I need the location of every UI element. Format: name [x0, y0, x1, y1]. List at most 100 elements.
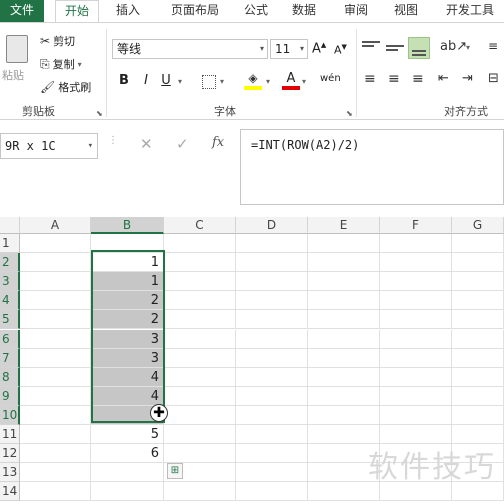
cell-d14[interactable] [236, 482, 308, 502]
cell-a7[interactable] [20, 348, 91, 368]
cell-a4[interactable] [20, 291, 91, 311]
cell-c1[interactable] [164, 234, 236, 253]
cell-g9[interactable] [452, 386, 504, 406]
cell-g7[interactable] [452, 348, 504, 368]
tab-review[interactable]: 审阅 [336, 0, 376, 22]
cell-e2[interactable] [308, 253, 380, 273]
cell-b9[interactable]: 4 [91, 386, 164, 406]
cancel-icon[interactable]: ✕ [140, 135, 153, 153]
cell-a9[interactable] [20, 386, 91, 406]
cell-f4[interactable] [380, 291, 452, 311]
cell-e7[interactable] [308, 348, 380, 368]
row-header-4[interactable]: 4 [0, 291, 20, 311]
orientation-icon[interactable]: ab↗ [440, 39, 467, 54]
row-header-9[interactable]: 9 [0, 386, 20, 406]
row-header-8[interactable]: 8 [0, 367, 20, 387]
cell-g2[interactable] [452, 253, 504, 273]
cell-d3[interactable] [236, 272, 308, 292]
row-header-6[interactable]: 6 [0, 329, 20, 349]
cell-c5[interactable] [164, 310, 236, 330]
cell-b13[interactable] [91, 463, 164, 483]
cell-e10[interactable] [308, 405, 380, 425]
cell-e6[interactable] [308, 329, 380, 349]
column-header-d[interactable]: D [236, 217, 308, 234]
cell-a12[interactable] [20, 444, 91, 464]
enter-icon[interactable]: ✓ [176, 135, 189, 153]
cell-a3[interactable] [20, 272, 91, 292]
paste-button[interactable]: 粘贴 [2, 33, 34, 97]
dialog-launcher-icon[interactable]: ⬊ [96, 109, 103, 118]
chevron-down-icon[interactable]: ▾ [266, 77, 270, 86]
cell-b6[interactable]: 3 [91, 329, 164, 349]
cell-d9[interactable] [236, 386, 308, 406]
cell-b4[interactable]: 2 [91, 291, 164, 311]
cell-c9[interactable] [164, 386, 236, 406]
chevron-down-icon[interactable]: ▾ [466, 43, 470, 52]
dialog-launcher-icon[interactable]: ⬊ [346, 109, 353, 118]
tab-insert[interactable]: 插入 [108, 0, 148, 22]
cell-c3[interactable] [164, 272, 236, 292]
cell-c14[interactable] [164, 482, 236, 502]
cell-f8[interactable] [380, 367, 452, 387]
merge-cells-icon[interactable]: ⊟ [488, 71, 499, 86]
cell-d10[interactable] [236, 405, 308, 425]
cell-g1[interactable] [452, 234, 504, 253]
cell-c6[interactable] [164, 329, 236, 349]
tab-home[interactable]: 开始 [55, 0, 99, 22]
row-header-5[interactable]: 5 [0, 310, 20, 330]
row-header-7[interactable]: 7 [0, 348, 20, 368]
underline-button[interactable]: U [156, 71, 176, 91]
cell-g10[interactable] [452, 405, 504, 425]
cell-c11[interactable] [164, 425, 236, 444]
cell-f3[interactable] [380, 272, 452, 292]
cell-d2[interactable] [236, 253, 308, 273]
cell-f7[interactable] [380, 348, 452, 368]
decrease-indent-icon[interactable]: ⇤ [438, 71, 449, 86]
align-left-icon[interactable]: ≡ [364, 71, 376, 87]
align-center-icon[interactable]: ≡ [388, 71, 400, 87]
align-right-icon[interactable]: ≡ [412, 71, 424, 87]
cell-d12[interactable] [236, 444, 308, 464]
cell-f9[interactable] [380, 386, 452, 406]
row-header-12[interactable]: 12 [0, 444, 20, 464]
copy-button[interactable]: ⎘ 复制 ▾ [40, 56, 82, 72]
cell-g8[interactable] [452, 367, 504, 387]
cell-c12[interactable] [164, 444, 236, 464]
cell-c7[interactable] [164, 348, 236, 368]
bold-button[interactable]: B [114, 71, 134, 91]
cut-button[interactable]: ✂ 剪切 [40, 33, 75, 49]
top-align-icon[interactable] [362, 39, 380, 57]
name-box[interactable]: 9R x 1C ▾ [0, 133, 98, 159]
column-header-e[interactable]: E [308, 217, 380, 234]
cell-b7[interactable]: 3 [91, 348, 164, 368]
increase-font-button[interactable]: A▲ [312, 41, 326, 56]
insert-function-button[interactable]: fx [212, 135, 224, 150]
column-header-a[interactable]: A [20, 217, 91, 234]
chevron-down-icon[interactable]: ▾ [220, 77, 224, 86]
column-header-g[interactable]: G [452, 217, 504, 234]
cell-a1[interactable] [20, 234, 91, 253]
cell-e3[interactable] [308, 272, 380, 292]
cell-g6[interactable] [452, 329, 504, 349]
chevron-down-icon[interactable]: ▾ [302, 77, 306, 86]
cell-a11[interactable] [20, 425, 91, 444]
borders-icon[interactable] [202, 75, 216, 89]
cell-e8[interactable] [308, 367, 380, 387]
cell-b11[interactable]: 5 [91, 425, 164, 444]
tab-page-layout[interactable]: 页面布局 [158, 0, 232, 22]
cell-d11[interactable] [236, 425, 308, 444]
cell-a10[interactable] [20, 405, 91, 425]
cell-f6[interactable] [380, 329, 452, 349]
row-header-14[interactable]: 14 [0, 482, 20, 502]
bottom-align-icon[interactable] [408, 37, 430, 59]
cell-e1[interactable] [308, 234, 380, 253]
column-header-b[interactable]: B [91, 217, 164, 234]
tab-file[interactable]: 文件 [0, 0, 44, 22]
tab-view[interactable]: 视图 [386, 0, 426, 22]
column-header-f[interactable]: F [380, 217, 452, 234]
row-header-3[interactable]: 3 [0, 272, 20, 292]
middle-align-icon[interactable] [386, 39, 404, 57]
cell-b2[interactable]: 1 [91, 253, 164, 273]
cell-f5[interactable] [380, 310, 452, 330]
phonetic-guide-button[interactable]: wén [320, 73, 341, 84]
